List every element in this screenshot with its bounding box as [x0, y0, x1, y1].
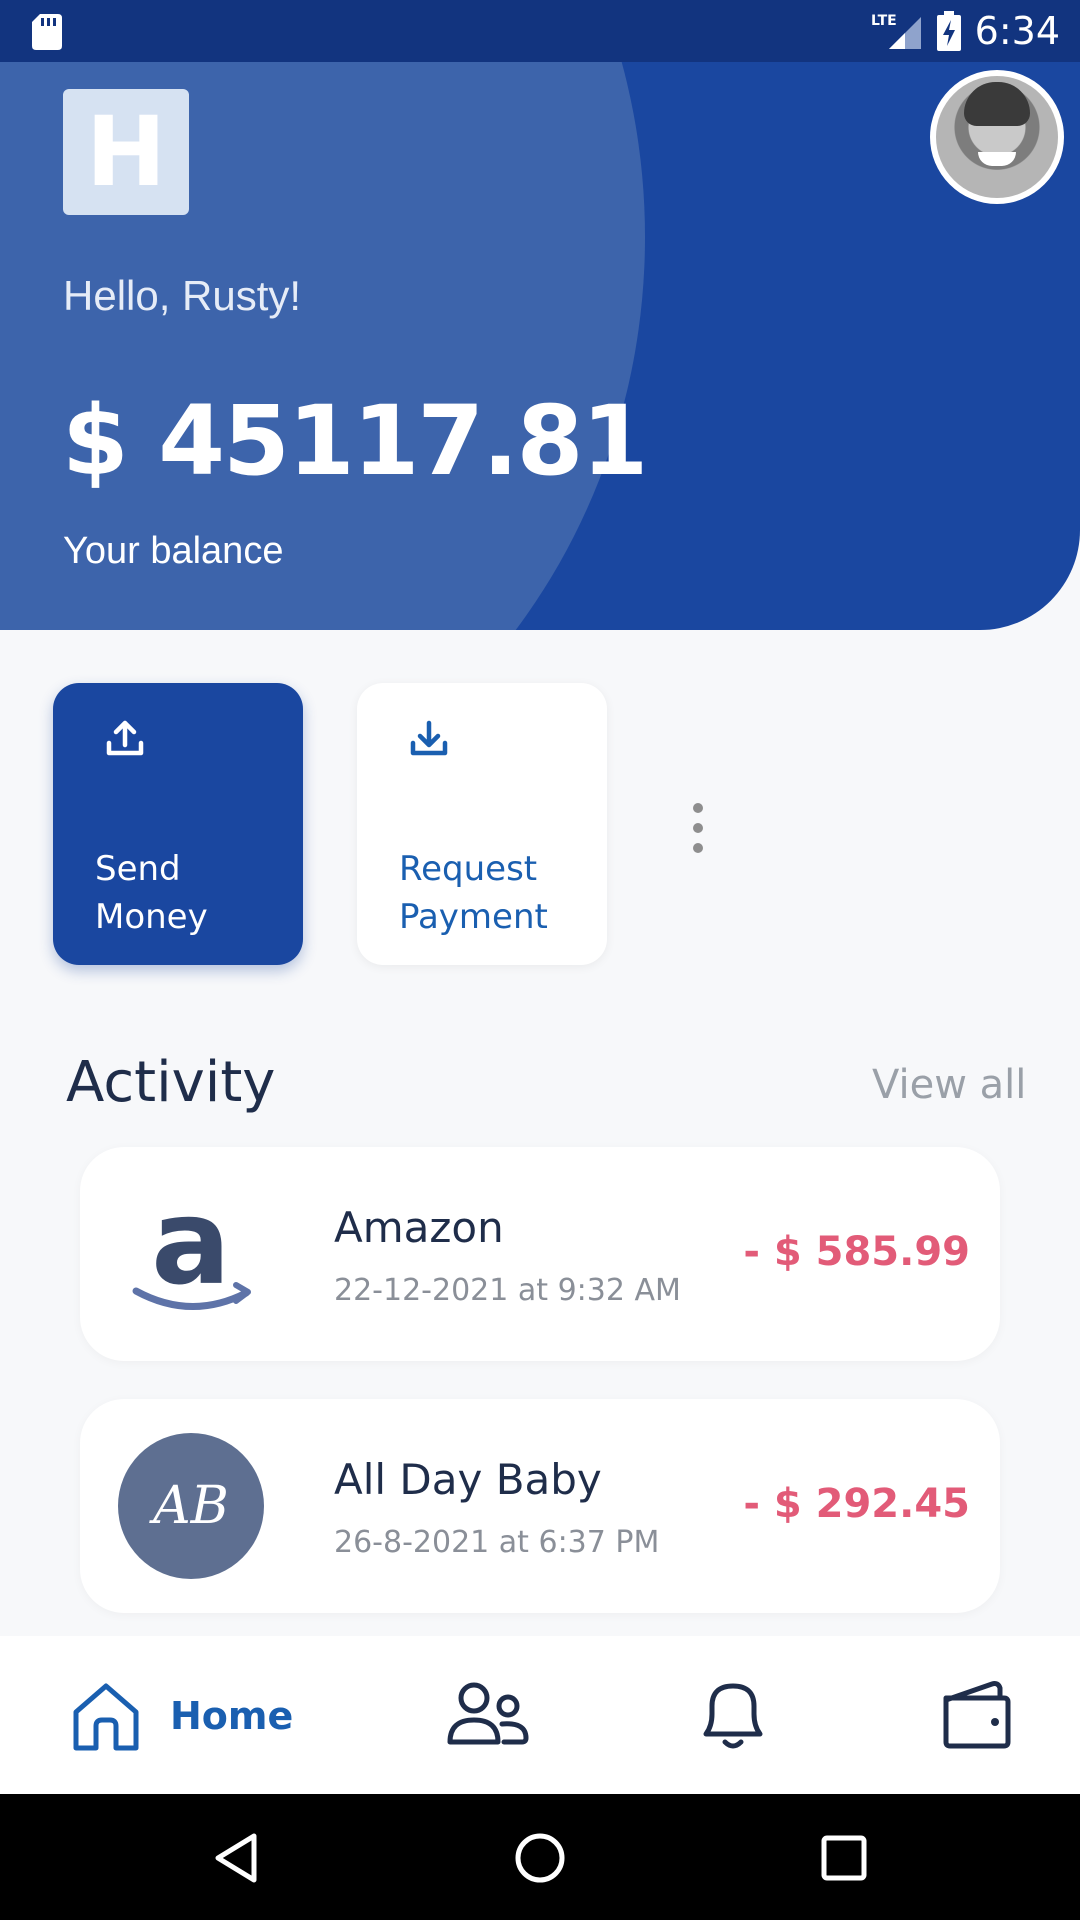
activity-title: Activity	[66, 1050, 276, 1115]
system-nav-bar	[0, 1794, 1080, 1920]
greeting-text: Hello, Rusty!	[63, 272, 302, 319]
status-bar: LTE 6:34	[0, 0, 1080, 62]
transaction-date: 22-12-2021 at 9:32 AM	[334, 1273, 681, 1308]
recents-icon[interactable]	[818, 1832, 870, 1884]
app-logo: H	[63, 89, 189, 215]
home-circle-icon[interactable]	[514, 1832, 566, 1884]
transaction-date: 26-8-2021 at 6:37 PM	[334, 1525, 660, 1560]
balance-header: H Hello, Rusty! $ 45117.81 Your balance	[0, 62, 1080, 630]
status-time: 6:34	[974, 9, 1060, 53]
transaction-amount: - $ 585.99	[743, 1229, 970, 1275]
request-payment-button[interactable]: Request Payment	[357, 683, 607, 965]
sd-card-icon	[32, 14, 62, 50]
profile-avatar[interactable]	[930, 70, 1064, 204]
view-all-link[interactable]: View all	[872, 1062, 1026, 1108]
request-payment-label: Request Payment	[399, 849, 548, 937]
transaction-merchant: All Day Baby	[334, 1455, 602, 1504]
nav-notifications[interactable]	[696, 1676, 770, 1756]
nav-people[interactable]	[444, 1676, 532, 1756]
svg-text:a: a	[151, 1181, 231, 1311]
network-type: LTE	[871, 13, 897, 29]
transaction-row[interactable]: a Amazon 22-12-2021 at 9:32 AM - $ 585.9…	[80, 1147, 1000, 1361]
transaction-amount: - $ 292.45	[743, 1481, 970, 1527]
back-icon[interactable]	[210, 1832, 262, 1884]
amazon-logo: a	[118, 1181, 264, 1327]
avatar-photo	[936, 76, 1058, 198]
more-vertical-icon[interactable]	[684, 800, 712, 856]
bell-icon	[703, 1683, 763, 1749]
transaction-merchant: Amazon	[334, 1203, 504, 1252]
send-money-label: Send Money	[95, 849, 208, 937]
balance-amount: $ 45117.81	[62, 385, 648, 497]
battery-charging-icon	[936, 11, 961, 51]
upload-icon	[106, 720, 144, 756]
all-day-baby-logo: AB	[118, 1433, 264, 1579]
people-icon	[447, 1682, 529, 1745]
send-money-button[interactable]: Send Money	[53, 683, 303, 965]
nav-wallet[interactable]	[940, 1676, 1012, 1756]
bottom-nav: Home	[0, 1636, 1080, 1794]
nav-home[interactable]: Home	[66, 1676, 293, 1756]
nav-home-label: Home	[170, 1694, 294, 1738]
download-icon	[410, 720, 448, 756]
wallet-icon	[943, 1681, 1011, 1749]
transaction-row[interactable]: AB All Day Baby 26-8-2021 at 6:37 PM - $…	[80, 1399, 1000, 1613]
lte-signal-icon: LTE	[871, 13, 921, 49]
home-icon	[73, 1683, 139, 1751]
balance-label: Your balance	[63, 530, 284, 572]
